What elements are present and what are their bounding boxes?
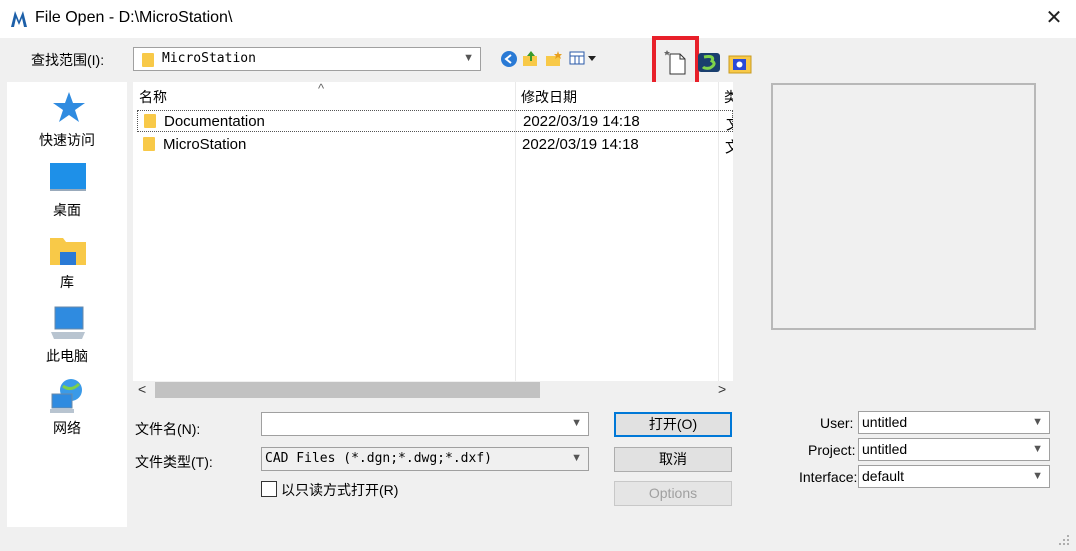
user-dropdown[interactable]: untitled ▼	[858, 411, 1050, 434]
column-header-modified[interactable]: 修改日期	[521, 82, 577, 108]
interface-value: default	[862, 468, 905, 484]
filename-input[interactable]: ▼	[261, 412, 589, 436]
microstation-3d-icon[interactable]	[697, 50, 721, 74]
table-row[interactable]: MicroStation 2022/03/19 14:18 文	[137, 134, 733, 156]
view-menu-icon[interactable]	[569, 51, 599, 67]
interface-label: Interface:	[799, 469, 858, 485]
filetype-label: 文件类型(T):	[135, 454, 213, 470]
sidebar-item-quick-access[interactable]: 快速访问	[7, 86, 127, 154]
project-label: Project:	[808, 442, 856, 458]
open-button[interactable]: 打开(O)	[614, 412, 732, 437]
interface-dropdown[interactable]: default ▼	[858, 465, 1050, 488]
cancel-button[interactable]: 取消	[614, 447, 732, 472]
sort-arrow-icon: ^	[318, 82, 325, 96]
project-value: untitled	[862, 441, 908, 457]
readonly-label[interactable]: 以只读方式打开(R)	[281, 480, 398, 500]
filetype-dropdown[interactable]: CAD Files (*.dgn;*.dwg;*.dxf) ▼	[261, 447, 589, 471]
preview-pane	[771, 83, 1036, 330]
horizontal-scrollbar[interactable]: < >	[133, 381, 733, 399]
scroll-left-button[interactable]: <	[138, 381, 146, 397]
window-title: File Open - D:\MicroStation\	[35, 9, 233, 26]
file-modified: 2022/03/19 14:18	[523, 113, 640, 130]
back-icon[interactable]	[500, 50, 518, 68]
new-folder-icon[interactable]	[545, 50, 563, 68]
file-name: MicroStation	[163, 136, 247, 153]
sidebar-item-label: 快速访问	[39, 132, 95, 148]
column-header-type[interactable]: 类	[724, 82, 733, 108]
table-row[interactable]: Documentation 2022/03/19 14:18 文	[137, 110, 733, 134]
sidebar-item-library[interactable]: 库	[7, 232, 127, 294]
lookin-dropdown[interactable]: MicroStation ▼	[133, 47, 481, 71]
file-type: 文	[725, 139, 733, 156]
scroll-right-button[interactable]: >	[718, 381, 726, 397]
folder-icon	[144, 114, 156, 128]
star-icon	[53, 92, 85, 122]
chevron-down-icon: ▼	[1032, 470, 1043, 482]
microstation-logo-icon	[11, 11, 27, 27]
desktop-icon	[50, 163, 86, 191]
sidebar-item-label: 网络	[53, 420, 81, 436]
library-folder-icon	[50, 238, 86, 265]
folder-icon	[143, 137, 155, 151]
file-type: 文	[726, 113, 733, 134]
sidebar-item-label: 此电脑	[46, 348, 88, 364]
resize-grip-icon[interactable]	[1058, 534, 1070, 546]
sidebar-item-desktop[interactable]: 桌面	[7, 160, 127, 222]
places-sidebar: 快速访问 桌面 库 此电脑 网络	[7, 82, 127, 527]
file-name: Documentation	[164, 113, 265, 130]
up-folder-icon[interactable]	[522, 50, 540, 68]
chevron-down-icon: ▼	[1032, 416, 1043, 428]
user-label: User:	[820, 415, 854, 431]
file-modified: 2022/03/19 14:18	[522, 136, 639, 153]
computer-icon	[51, 306, 85, 339]
close-button[interactable]: ✕	[1040, 4, 1068, 32]
sidebar-item-label: 桌面	[53, 202, 81, 218]
chevron-down-icon: ▼	[571, 452, 582, 464]
readonly-checkbox[interactable]	[261, 481, 277, 497]
folder-icon	[142, 53, 154, 67]
sidebar-item-network[interactable]: 网络	[7, 376, 127, 438]
sidebar-item-label: 库	[60, 274, 74, 290]
column-header-name[interactable]: 名称	[139, 82, 167, 108]
options-button[interactable]: Options	[614, 481, 732, 506]
lookin-value: MicroStation	[162, 51, 256, 66]
user-value: untitled	[862, 414, 908, 430]
sidebar-item-this-pc[interactable]: 此电脑	[7, 304, 127, 366]
folder-star-icon[interactable]	[728, 52, 752, 74]
chevron-down-icon: ▼	[571, 417, 582, 429]
file-list: 名称 ^ 修改日期 类 Documentation 2022/03/19 14:…	[133, 82, 733, 382]
scrollbar-thumb[interactable]	[155, 382, 540, 398]
chevron-down-icon: ▼	[1032, 443, 1043, 455]
filetype-value: CAD Files (*.dgn;*.dwg;*.dxf)	[265, 451, 492, 466]
chevron-down-icon: ▼	[463, 52, 474, 64]
filename-label: 文件名(N):	[135, 421, 201, 437]
project-dropdown[interactable]: untitled ▼	[858, 438, 1050, 461]
network-icon	[50, 379, 82, 413]
lookin-label: 查找范围(I):	[31, 52, 105, 68]
